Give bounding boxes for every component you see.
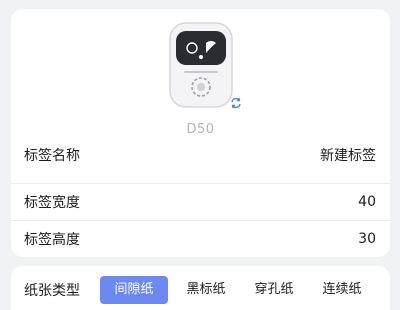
label-height-row[interactable]: 标签高度 30 — [11, 220, 390, 256]
label-name-value[interactable]: 新建标签 — [320, 145, 376, 165]
paper-type-label: 纸张类型 — [24, 283, 80, 299]
paper-option-gap[interactable]: 间隙纸 — [100, 276, 168, 304]
sync-icon[interactable] — [230, 97, 242, 109]
label-height-label: 标签高度 — [24, 231, 80, 248]
paper-type-row: 纸张类型 间隙纸 黑标纸 穿孔纸 连续纸 — [11, 266, 390, 310]
label-settings-card: D50 标签名称 新建标签 标签宽度 40 标签高度 30 — [11, 9, 390, 257]
label-printer-icon — [166, 21, 236, 111]
paper-option-black-mark[interactable]: 黑标纸 — [181, 276, 231, 304]
paper-option-perforated[interactable]: 穿孔纸 — [249, 276, 299, 304]
label-width-value[interactable]: 40 — [358, 194, 376, 210]
paper-option-continuous[interactable]: 连续纸 — [317, 276, 367, 304]
label-height-value[interactable]: 30 — [358, 231, 376, 247]
label-name-label: 标签名称 — [24, 148, 80, 164]
label-width-row[interactable]: 标签宽度 40 — [11, 183, 390, 219]
label-width-label: 标签宽度 — [24, 194, 80, 211]
label-name-row[interactable]: 标签名称 新建标签 — [11, 137, 390, 173]
device-model: D50 — [186, 122, 215, 137]
